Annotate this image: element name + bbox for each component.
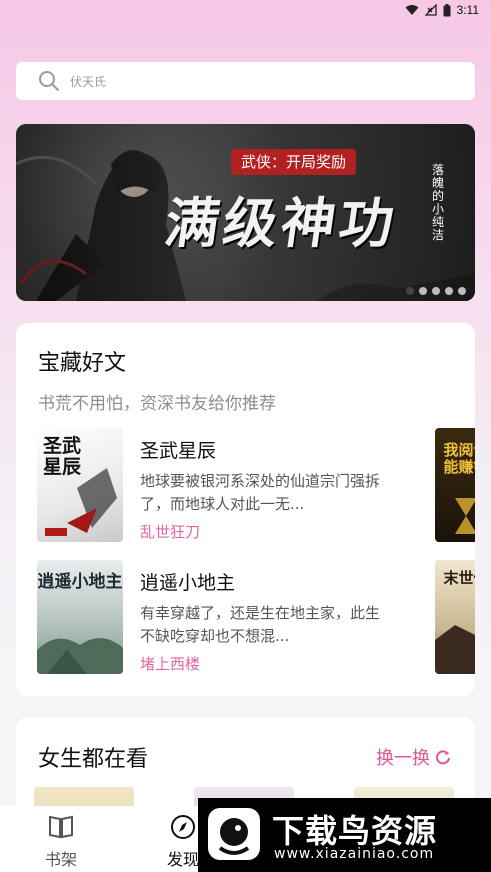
wifi-icon xyxy=(405,5,419,15)
tab-label: 书架 xyxy=(44,850,77,869)
banner-pagination xyxy=(406,287,466,295)
search-placeholder: 伏天氏 xyxy=(70,74,107,89)
clock: 3:11 xyxy=(456,3,479,17)
book-item[interactable]: 逍遥小地主 逍遥小地主 有幸穿越了，还是生在地主家，此生不缺吃穿却也不想混...… xyxy=(37,560,475,676)
book-description: 地球要被银河系深处的仙道宗门强拆了，而地球人对此一无... xyxy=(140,472,381,513)
book-author[interactable]: 堵上西楼 xyxy=(140,653,200,674)
bird-icon xyxy=(218,818,250,855)
compass-icon xyxy=(171,815,195,839)
book-cover[interactable]: 逍遥小地主 xyxy=(37,560,123,674)
site-watermark: 下载鸟资源 www.xiazainiao.com xyxy=(198,798,491,872)
next-book-cover-peek[interactable]: 末世仙 xyxy=(435,560,475,674)
book-icon xyxy=(49,815,73,839)
tab-bookshelf[interactable]: 书架 xyxy=(26,814,96,870)
search-icon xyxy=(39,71,59,91)
watermark-url: www.xiazainiao.com xyxy=(274,846,435,862)
status-icons: 3:11 xyxy=(405,3,479,17)
section-title: 女生都在看 xyxy=(38,747,149,772)
cover-artwork xyxy=(435,625,475,674)
banner-headline: 满级神功 xyxy=(160,191,402,255)
refresh-button[interactable]: 换一换 xyxy=(376,744,452,770)
book-title: 圣武星辰 xyxy=(140,440,217,462)
book-cover[interactable]: 圣武星辰 xyxy=(37,428,123,542)
watermark-logo xyxy=(208,808,260,860)
pagination-dot[interactable] xyxy=(458,287,466,295)
section-title: 宝藏好文 xyxy=(38,351,127,376)
refresh-icon xyxy=(436,750,450,765)
pagination-dot[interactable] xyxy=(419,287,427,295)
cover-title: 逍遥小地主 xyxy=(37,572,123,592)
cover-title: 圣武星辰 xyxy=(42,435,81,478)
banner-side-text: 落魄的小纯洁 xyxy=(431,163,444,242)
promo-banner[interactable]: 武侠：开局奖励 满级神功 落魄的小纯洁 xyxy=(16,124,475,301)
section-subtitle: 书荒不用怕，资深书友给你推荐 xyxy=(38,394,276,414)
signal-off-icon xyxy=(424,4,437,16)
hourglass-icon xyxy=(455,498,475,534)
book-item[interactable]: 圣武星辰 圣武星辰 地球要被银河系深处的仙道宗门强拆了，而地球人对此一无... … xyxy=(37,428,475,544)
pagination-dot[interactable] xyxy=(445,287,453,295)
battery-icon xyxy=(443,3,451,16)
pagination-dot[interactable] xyxy=(432,287,440,295)
book-description: 有幸穿越了，还是生在地主家，此生不缺吃穿却也不想混... xyxy=(140,604,381,645)
pagination-dot[interactable] xyxy=(406,287,414,295)
book-title: 逍遥小地主 xyxy=(140,572,236,594)
banner-tag: 武侠：开局奖励 xyxy=(231,149,357,175)
next-book-cover-peek[interactable]: 我阅读能赚钱 xyxy=(435,428,475,542)
book-author[interactable]: 乱世狂刀 xyxy=(140,521,200,542)
treasure-books-card: 宝藏好文 书荒不用怕，资深书友给你推荐 圣武星辰 圣武星辰 地球要被银河系深处的… xyxy=(16,323,475,696)
status-bar: 3:11 xyxy=(0,0,491,22)
refresh-label: 换一换 xyxy=(376,748,430,769)
search-bar[interactable]: 伏天氏 xyxy=(16,62,475,100)
